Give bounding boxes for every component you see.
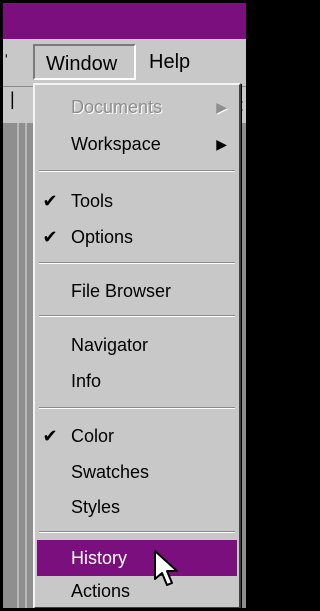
menu-separator xyxy=(39,315,235,317)
menu-item-label: Swatches xyxy=(71,462,150,482)
menu-help[interactable]: Help xyxy=(139,44,209,80)
menu-item-tools[interactable]: ✔ Tools xyxy=(37,183,237,219)
menu-item-label: Info xyxy=(71,371,102,391)
menu-item-label: Navigator xyxy=(71,335,149,355)
menu-item-label: Styles xyxy=(71,497,121,517)
workspace-divider xyxy=(25,123,27,608)
menu-item-info[interactable]: Info xyxy=(37,363,237,399)
menu-bar: ˈ Window Help xyxy=(3,39,246,87)
arrow-pointer-icon xyxy=(154,550,178,586)
menu-item-label: File Browser xyxy=(71,281,172,301)
menu-item-label: Options xyxy=(71,227,134,247)
title-bar xyxy=(3,3,246,39)
checkmark-icon: ✔ xyxy=(42,426,58,446)
menu-window[interactable]: Window xyxy=(33,44,136,80)
app-window: ˈ Window Help | : Documents ▶ Workspace … xyxy=(3,3,246,608)
menu-item-label: Documents xyxy=(71,97,163,117)
checkmark-icon: ✔ xyxy=(42,227,58,247)
menu-item-swatches[interactable]: Swatches xyxy=(37,454,237,490)
workspace-divider xyxy=(17,123,19,608)
menu-item-file-browser[interactable]: File Browser xyxy=(37,273,237,309)
menu-item-options[interactable]: ✔ Options xyxy=(37,219,237,255)
toolbar-grip: | xyxy=(10,89,15,109)
menu-item-label: Workspace xyxy=(71,134,161,154)
menu-bar-edge: ˈ xyxy=(3,52,10,74)
menu-separator xyxy=(39,531,235,533)
menu-item-label: History xyxy=(71,548,128,568)
menu-item-color[interactable]: ✔ Color xyxy=(37,418,237,454)
menu-item-label: Color xyxy=(71,426,115,446)
menu-item-label: Actions xyxy=(71,581,131,601)
window-menu-dropdown: Documents ▶ Workspace ▶ ✔ Tools ✔ Option… xyxy=(33,83,241,608)
menu-item-workspace[interactable]: Workspace ▶ xyxy=(37,126,237,162)
menu-item-navigator[interactable]: Navigator xyxy=(37,327,237,363)
submenu-arrow-icon: ▶ xyxy=(216,136,227,152)
menu-separator xyxy=(39,407,235,409)
checkmark-icon: ✔ xyxy=(42,191,58,211)
menu-separator xyxy=(39,262,235,264)
menu-item-history[interactable]: History xyxy=(37,540,237,576)
menu-item-actions[interactable]: Actions xyxy=(37,576,237,606)
menu-separator xyxy=(39,170,235,172)
submenu-arrow-icon: ▶ xyxy=(216,99,227,115)
menu-item-documents: Documents ▶ xyxy=(37,89,237,125)
menu-item-label: Tools xyxy=(71,191,114,211)
menu-item-styles[interactable]: Styles xyxy=(37,489,237,525)
